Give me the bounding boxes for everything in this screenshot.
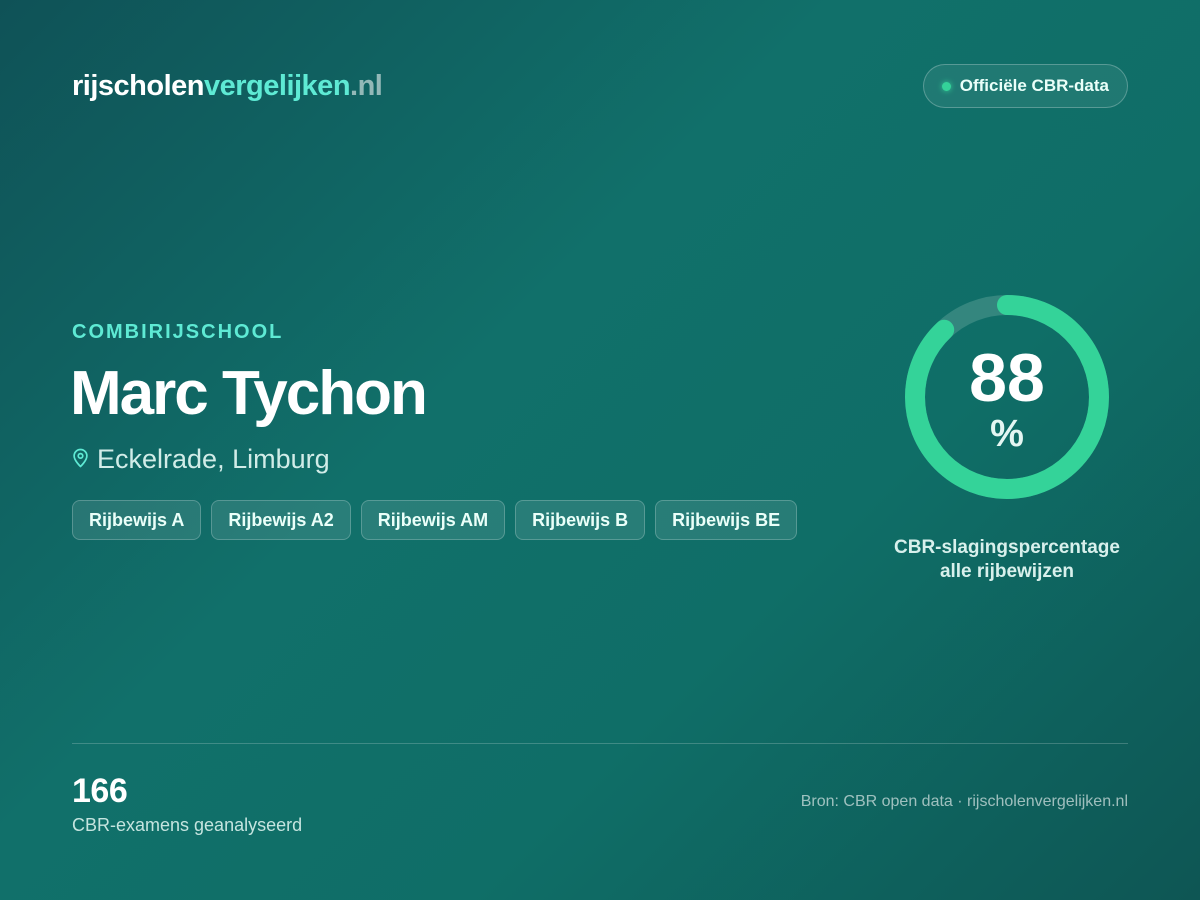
brand-logo-part1: rijscholen xyxy=(72,70,205,102)
official-data-badge: Officiële CBR-data xyxy=(922,64,1128,108)
license-tag-a: Rijbewijs A xyxy=(72,500,202,540)
pass-rate-caption: CBR-slagingspercentage alle rijbewijzen xyxy=(867,536,1147,584)
pass-rate-unit: % xyxy=(990,413,1024,455)
status-dot-icon xyxy=(941,81,951,91)
pass-rate-caption-line1: CBR-slagingspercentage xyxy=(894,537,1120,558)
school-location: Eckelrade, Limburg xyxy=(72,444,330,475)
school-name: Marc Tychon xyxy=(70,359,428,428)
exam-count-label: CBR-examens geanalyseerd xyxy=(72,815,303,835)
pass-rate-value: 88 xyxy=(969,340,1045,416)
license-tag-am: Rijbewijs AM xyxy=(360,500,506,540)
footer-divider xyxy=(72,743,1128,744)
license-tag-be: Rijbewijs BE xyxy=(655,500,798,540)
location-text: Eckelrade, Limburg xyxy=(97,444,330,474)
school-category: COMBIRIJSCHOOL xyxy=(72,321,284,343)
map-pin-icon xyxy=(72,444,89,475)
brand-logo[interactable]: rijscholenvergelijken.nl xyxy=(72,70,383,103)
brand-logo-part3: .nl xyxy=(350,70,383,102)
official-data-label: Officiële CBR-data xyxy=(959,76,1109,95)
exam-count: 166 xyxy=(72,772,128,810)
license-tag-b: Rijbewijs B xyxy=(515,500,646,540)
license-tags: Rijbewijs A Rijbewijs A2 Rijbewijs AM Ri… xyxy=(72,500,798,540)
source-attribution: Bron: CBR open data · rijscholenvergelij… xyxy=(800,793,1128,810)
license-tag-a2: Rijbewijs A2 xyxy=(211,500,351,540)
brand-logo-part2: vergelijken xyxy=(204,70,351,102)
pass-rate-caption-line2: alle rijbewijzen xyxy=(939,561,1075,582)
